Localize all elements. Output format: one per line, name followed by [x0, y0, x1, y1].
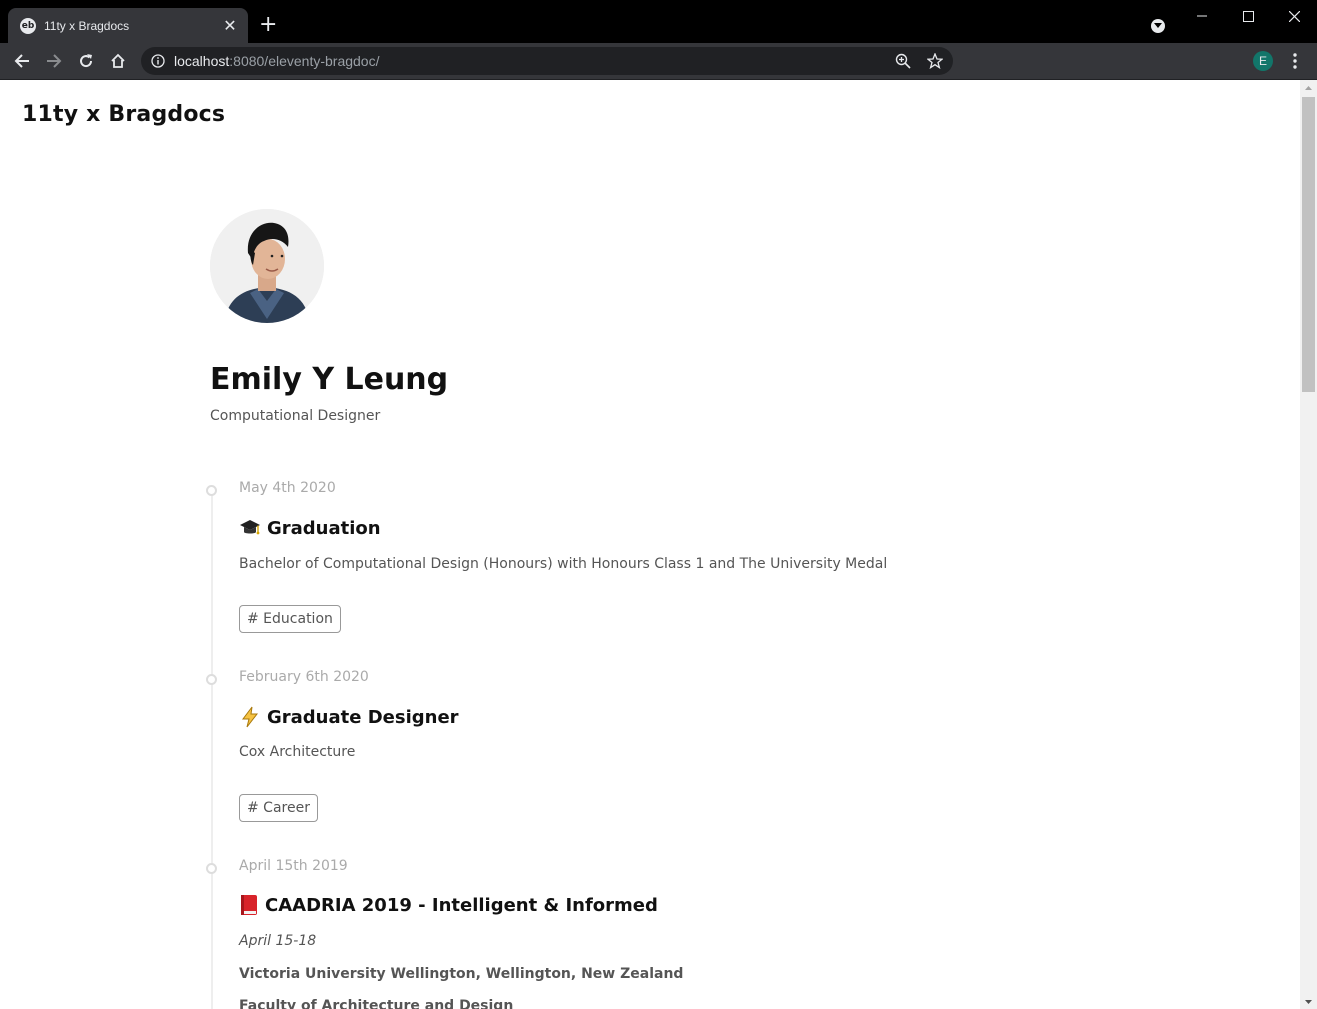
- timeline-entry-title-row: Graduate Designer: [239, 706, 459, 728]
- scroll-up-arrow-icon[interactable]: [1300, 80, 1317, 95]
- page-scrollbar[interactable]: [1300, 80, 1317, 1009]
- scrollbar-thumb[interactable]: [1302, 97, 1315, 392]
- timeline-dot: [206, 485, 217, 496]
- reload-icon[interactable]: [76, 51, 96, 71]
- timeline-entry: April 15th 2019: [206, 858, 348, 874]
- page-viewport: 11ty x Bragdocs Emily Y Leung Computatio…: [0, 80, 1300, 1009]
- profile-name: Emily Y Leung: [210, 362, 449, 397]
- entry-title-text: CAADRIA 2019 - Intelligent & Informed: [265, 894, 658, 916]
- site-info-icon[interactable]: [151, 54, 165, 68]
- home-icon[interactable]: [108, 51, 128, 71]
- site-favicon-icon: eb: [20, 17, 36, 34]
- site-title[interactable]: 11ty x Bragdocs: [22, 102, 225, 127]
- url-text[interactable]: localhost:8080/eleventy-bragdoc/: [174, 53, 379, 69]
- red-book-icon: [239, 894, 259, 916]
- bookmark-star-icon[interactable]: [927, 53, 943, 69]
- entry-title: Graduation: [239, 517, 381, 539]
- url-path: :8080/eleventy-bragdoc/: [229, 53, 380, 69]
- entry-dates-line: April 15-18: [239, 933, 317, 949]
- timeline-dot: [206, 674, 217, 685]
- entry-description: Bachelor of Computational Design (Honour…: [239, 556, 888, 572]
- entry-tag-wrap: # Career: [239, 794, 318, 822]
- graduation-cap-icon: [239, 517, 261, 539]
- profile-avatar[interactable]: E: [1253, 51, 1273, 71]
- url-host: localhost: [174, 53, 230, 69]
- entry-tag-wrap: # Education: [239, 605, 341, 633]
- timeline-dot: [206, 863, 217, 874]
- timeline-entry: May 4th 2020: [206, 480, 336, 496]
- entry-date: May 4th 2020: [239, 480, 336, 496]
- browser-menu-icon[interactable]: [1287, 51, 1303, 71]
- lightning-icon: [239, 706, 261, 728]
- maximize-window-icon[interactable]: [1225, 0, 1271, 32]
- timeline-entry: February 6th 2020: [206, 669, 369, 685]
- entry-faculty: Faculty of Architecture and Design: [239, 998, 514, 1009]
- profile-photo: [210, 209, 324, 323]
- entry-description: Cox Architecture: [239, 744, 356, 760]
- browser-toolbar: localhost:8080/eleventy-bragdoc/ E: [0, 43, 1317, 80]
- tab-title: 11ty x Bragdocs: [44, 18, 130, 33]
- close-window-icon[interactable]: [1271, 0, 1317, 32]
- profile-role: Computational Designer: [210, 408, 381, 424]
- timeline-entry-title-row: Graduation: [239, 517, 381, 539]
- back-arrow-icon[interactable]: [12, 51, 32, 71]
- tag-education[interactable]: # Education: [239, 605, 341, 633]
- timeline-entry-title-row: CAADRIA 2019 - Intelligent & Informed: [239, 894, 658, 916]
- entry-title: CAADRIA 2019 - Intelligent & Informed: [239, 894, 658, 916]
- address-bar[interactable]: localhost:8080/eleventy-bragdoc/: [141, 47, 953, 75]
- scroll-down-arrow-icon[interactable]: [1300, 994, 1317, 1009]
- zoom-icon[interactable]: [895, 53, 911, 69]
- new-tab-plus-icon[interactable]: +: [259, 14, 277, 36]
- browser-tab[interactable]: eb 11ty x Bragdocs ✕: [8, 8, 248, 43]
- entry-venue: Victoria University Wellington, Wellingt…: [239, 966, 684, 982]
- entry-title-text: Graduate Designer: [267, 706, 459, 728]
- tab-search-dropdown-icon[interactable]: [1151, 19, 1165, 33]
- entry-title-text: Graduation: [267, 517, 381, 539]
- tab-strip: eb 11ty x Bragdocs ✕ +: [0, 0, 1317, 43]
- entry-title: Graduate Designer: [239, 706, 459, 728]
- minimize-window-icon[interactable]: [1179, 0, 1225, 32]
- entry-date: April 15th 2019: [239, 858, 348, 874]
- tag-career[interactable]: # Career: [239, 794, 318, 822]
- timeline-line: [211, 490, 213, 1009]
- forward-arrow-icon[interactable]: [44, 51, 64, 71]
- tab-close-icon[interactable]: ✕: [222, 16, 238, 35]
- entry-date: February 6th 2020: [239, 669, 369, 685]
